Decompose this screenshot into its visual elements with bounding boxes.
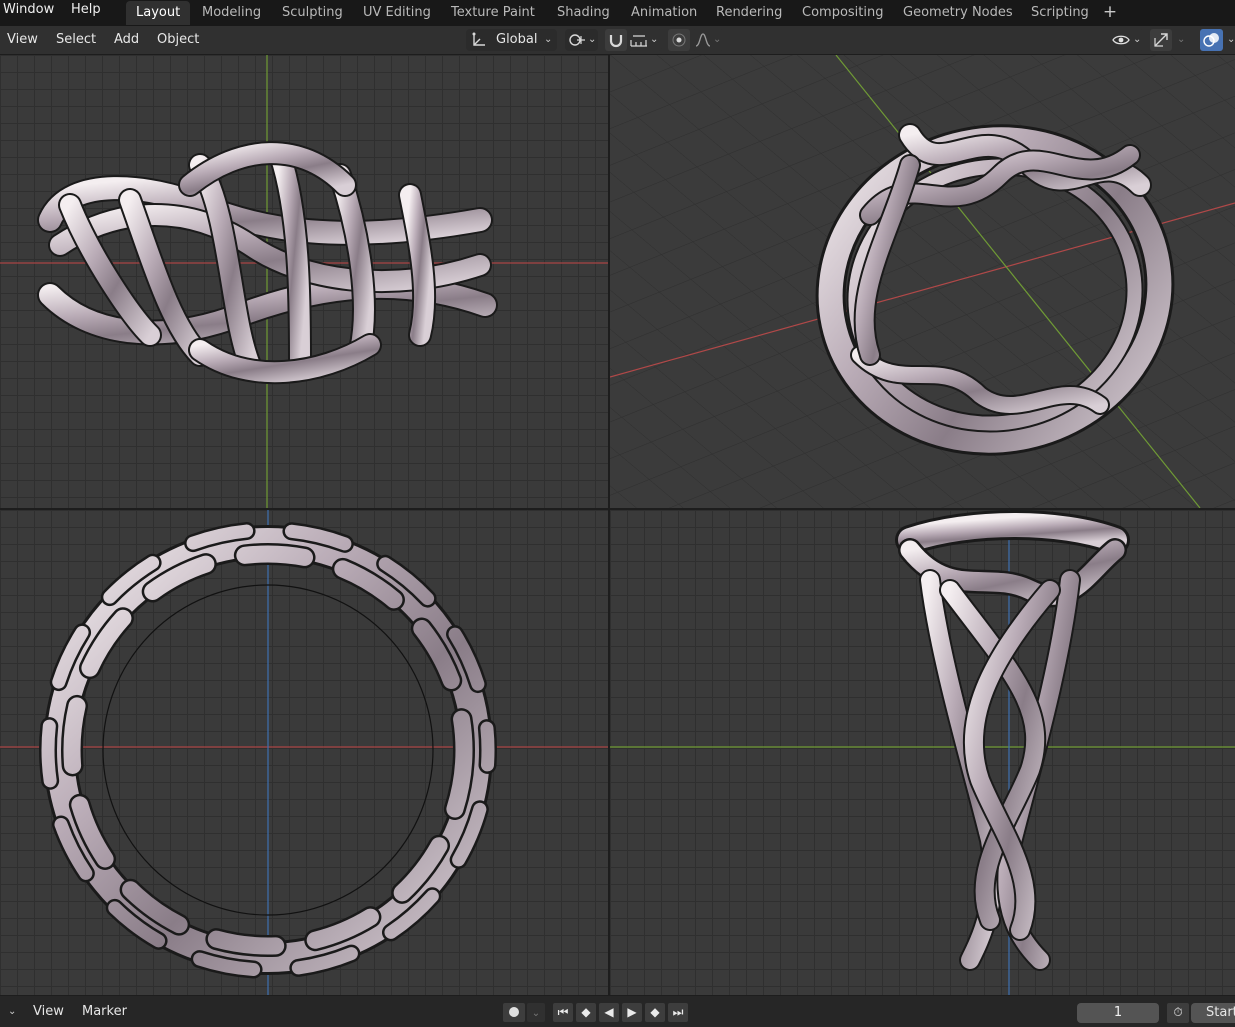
chevron-down-icon[interactable]: ⌄ (1177, 26, 1185, 54)
tab-shading[interactable]: Shading (547, 1, 620, 25)
chevron-down-icon: ⌄ (588, 34, 597, 45)
auto-keying-toggle[interactable] (503, 1003, 525, 1022)
pivot-dropdown[interactable]: ⌄ (565, 29, 598, 51)
help-menu[interactable]: Help (71, 0, 101, 22)
current-frame-field[interactable]: 1 (1077, 1003, 1159, 1023)
select-menu[interactable]: Select (56, 26, 96, 54)
magnet-icon (609, 35, 623, 48)
keying-dropdown[interactable]: ⌄ (527, 1003, 545, 1022)
side-view-render (0, 510, 608, 995)
snap-toggle[interactable] (605, 29, 627, 51)
tab-animation[interactable]: Animation (621, 1, 707, 25)
gizmo-icon (1154, 33, 1168, 47)
start-frame-field[interactable]: Start (1191, 1003, 1235, 1023)
chevron-down-icon[interactable]: ⌄ (1227, 26, 1235, 54)
play-button[interactable]: ▶ (622, 1003, 642, 1022)
play-icon: ▶ (627, 1005, 637, 1019)
viewport-header: View Select Add Object Global ⌄ ⌄ ⌄ ⌄ ⌄ … (0, 26, 1235, 54)
increment-icon (630, 35, 647, 47)
plus-icon[interactable]: + (1102, 1, 1118, 23)
chevron-down-icon: ⌄ (544, 34, 553, 45)
jump-end-icon: ⏭ (672, 1005, 684, 1019)
stopwatch-icon: ⏱ (1173, 1005, 1183, 1019)
record-icon (509, 1007, 519, 1017)
chevron-down-icon: ⌄ (713, 34, 722, 45)
next-keyframe-icon: ◆ (650, 1005, 660, 1019)
overlay-toggle[interactable] (1200, 29, 1223, 51)
axes-icon (472, 32, 485, 46)
proportional-dot-icon (672, 33, 686, 47)
jump-start-icon: ⏮ (557, 1005, 569, 1019)
prev-keyframe-button[interactable]: ◆ (576, 1003, 596, 1022)
play-reverse-button[interactable]: ◀ (599, 1003, 619, 1022)
tab-compositing[interactable]: Compositing (792, 1, 894, 25)
timeline-bar: ⌄ View Marker ⌄ ⏮ ◆ ◀ ▶ ◆ ⏭ (0, 996, 1235, 1027)
falloff-dropdown[interactable]: ⌄ (692, 29, 724, 51)
right-view-render (610, 510, 1235, 995)
tab-sculpting[interactable]: Sculpting (272, 1, 353, 25)
jump-end-button[interactable]: ⏭ (668, 1003, 688, 1022)
transform-orientation-dropdown[interactable]: Global ⌄ (466, 29, 557, 51)
tab-scripting[interactable]: Scripting (1021, 1, 1099, 25)
falloff-curve-icon (695, 33, 711, 47)
stopwatch-button[interactable]: ⏱ (1167, 1003, 1189, 1023)
tab-layout[interactable]: Layout (126, 1, 191, 25)
viewport-perspective[interactable] (610, 55, 1235, 508)
viewport-right[interactable] (610, 510, 1235, 995)
prev-keyframe-icon: ◆ (581, 1005, 591, 1019)
add-menu[interactable]: Add (114, 26, 139, 54)
tab-rendering[interactable]: Rendering (706, 1, 792, 25)
view-menu[interactable]: View (7, 26, 38, 54)
jump-start-button[interactable]: ⏮ (553, 1003, 573, 1022)
chevron-down-icon: ⌄ (1133, 34, 1142, 45)
viewport-side[interactable] (0, 510, 608, 995)
start-label: Start (1206, 1005, 1235, 1020)
gizmo-toggle[interactable] (1150, 29, 1172, 51)
tab-texture-paint[interactable]: Texture Paint (441, 1, 545, 25)
chevron-down-icon: ⌄ (531, 1008, 541, 1019)
play-reverse-icon: ◀ (604, 1005, 614, 1019)
chevron-down-icon: ⌄ (650, 34, 659, 45)
next-keyframe-button[interactable]: ◆ (645, 1003, 665, 1022)
viewport-front[interactable] (0, 55, 608, 508)
tab-geometry-nodes[interactable]: Geometry Nodes (893, 1, 1023, 25)
visibility-dropdown[interactable]: ⌄ (1110, 29, 1144, 51)
front-view-render (0, 55, 608, 508)
braided-ring-right (895, 510, 1130, 971)
overlay-icon (1203, 33, 1219, 47)
pivot-icon (569, 34, 585, 46)
orientation-label: Global (496, 32, 538, 47)
timeline-view-menu[interactable]: View (33, 996, 64, 1027)
tab-uv-editing[interactable]: UV Editing (353, 1, 441, 25)
perspective-view-render (610, 55, 1235, 508)
chevron-down-icon[interactable]: ⌄ (8, 996, 16, 1027)
marker-menu[interactable]: Marker (82, 996, 127, 1027)
eye-icon (1112, 35, 1130, 45)
object-menu[interactable]: Object (157, 26, 199, 54)
snap-target-dropdown[interactable]: ⌄ (628, 29, 662, 51)
tab-modeling[interactable]: Modeling (192, 1, 271, 25)
window-menu[interactable]: Window (3, 0, 54, 22)
proportional-editing-toggle[interactable] (668, 29, 690, 51)
top-bar: Window Help Layout Modeling Sculpting UV… (0, 0, 1235, 26)
